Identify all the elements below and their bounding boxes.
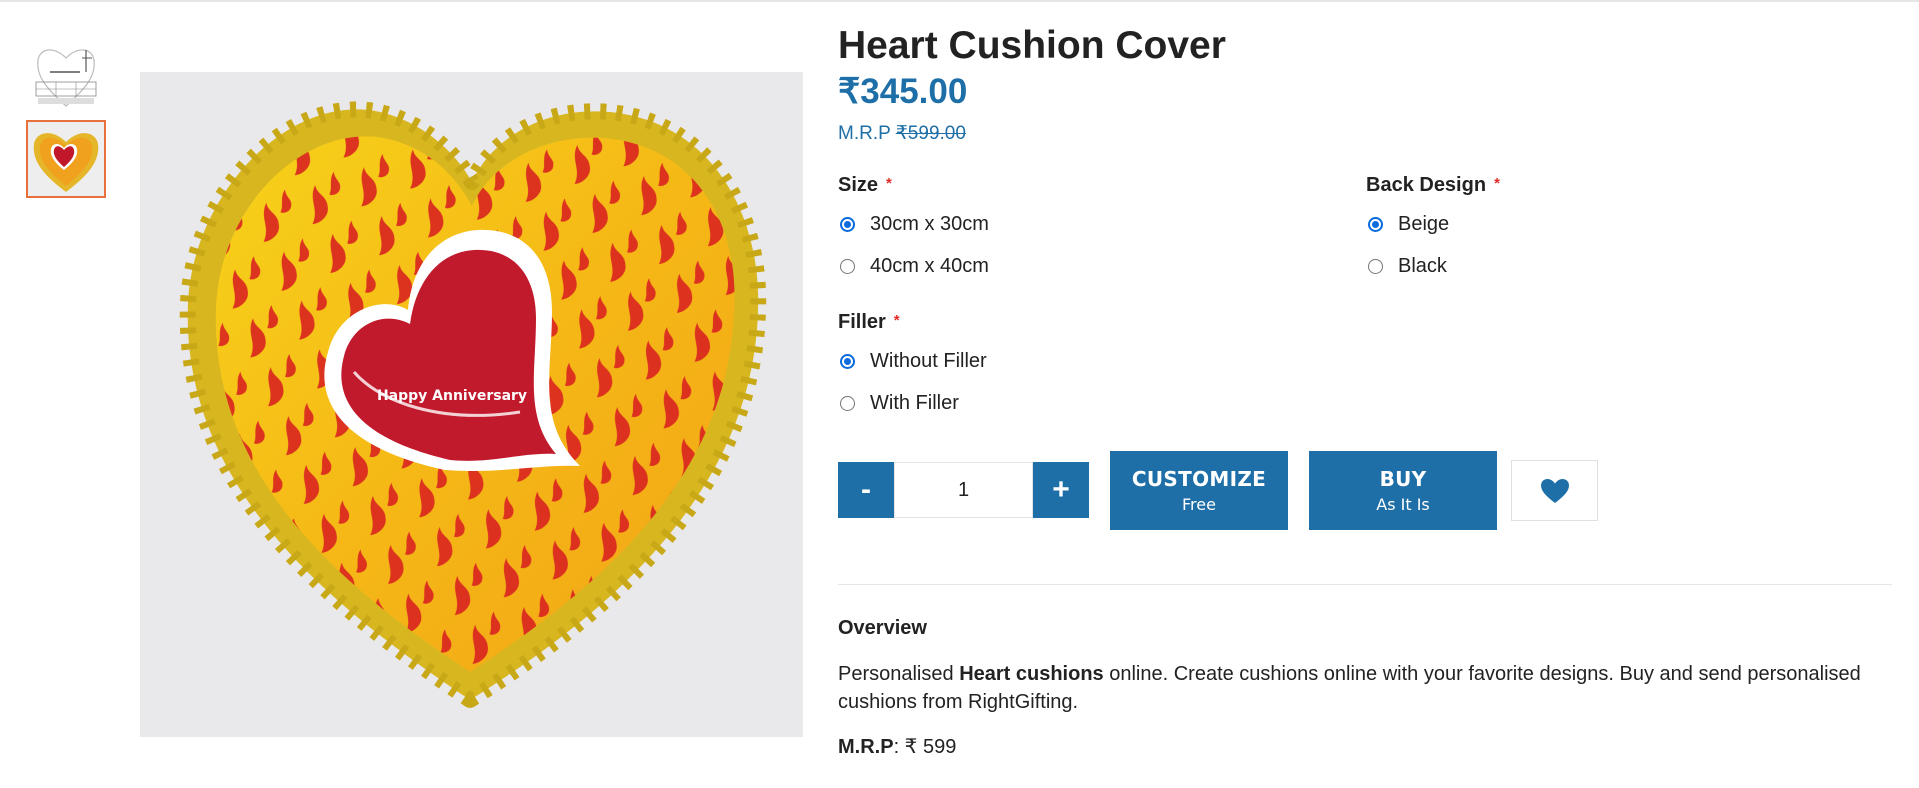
buy-as-is-button[interactable]: BUY As It Is xyxy=(1309,451,1497,530)
filler-required-mark: * xyxy=(893,312,900,329)
size-required-mark: * xyxy=(886,175,892,192)
filler-option-with[interactable]: With Filler xyxy=(840,392,959,415)
customize-button[interactable]: CUSTOMIZE Free xyxy=(1110,451,1288,530)
radio-button[interactable] xyxy=(840,259,855,274)
radio-button-checked[interactable] xyxy=(840,354,855,369)
product-main-image: Happy Anniversary xyxy=(140,72,803,737)
mrp-strikethrough-value: ₹599.00 xyxy=(895,123,966,144)
overview-description: Personalised Heart cushions online. Crea… xyxy=(838,660,1892,716)
quantity-decrease-button[interactable]: - xyxy=(838,462,894,518)
radio-button[interactable] xyxy=(840,396,855,411)
back-design-label-text: Back Design xyxy=(1366,174,1487,196)
size-option-30cm-label: 30cm x 30cm xyxy=(870,213,989,235)
overview-text-before: Personalised xyxy=(838,663,960,685)
size-option-40cm[interactable]: 40cm x 40cm xyxy=(840,255,989,278)
filler-without-label: Without Filler xyxy=(870,350,987,372)
quantity-input[interactable]: 1 xyxy=(894,462,1033,518)
product-price: ₹345.00 xyxy=(838,72,968,111)
size-label-text: Size xyxy=(838,174,879,196)
heart-icon xyxy=(1540,478,1569,503)
radio-button-checked[interactable] xyxy=(1368,217,1383,232)
size-guide-image xyxy=(35,49,97,107)
quantity-increase-button[interactable]: + xyxy=(1033,462,1089,518)
filler-label-text: Filler xyxy=(838,311,886,333)
size-option-40cm-label: 40cm x 40cm xyxy=(870,255,989,277)
overview-mrp-value: : ₹ 599 xyxy=(893,736,957,758)
radio-button[interactable] xyxy=(1368,259,1383,274)
back-design-black-label: Black xyxy=(1398,255,1447,277)
buy-button-sublabel: As It Is xyxy=(1376,495,1430,514)
customize-button-label: CUSTOMIZE xyxy=(1131,467,1267,491)
back-design-required-mark: * xyxy=(1494,175,1500,192)
thumbnail-size-guide[interactable] xyxy=(26,36,106,114)
filler-with-label: With Filler xyxy=(870,392,959,414)
product-title: Heart Cushion Cover xyxy=(838,24,1226,67)
cushion-print-text: Happy Anniversary xyxy=(377,388,527,404)
mrp-prefix: M.R.P xyxy=(838,123,896,144)
back-design-beige-label: Beige xyxy=(1398,213,1450,235)
product-mrp: M.R.P ₹599.00 xyxy=(838,122,966,145)
back-design-option-beige[interactable]: Beige xyxy=(1368,213,1449,236)
back-design-option-black[interactable]: Black xyxy=(1368,255,1447,278)
buy-button-label: BUY xyxy=(1379,467,1427,491)
top-divider xyxy=(0,0,1919,2)
overview-heading: Overview xyxy=(838,617,927,639)
radio-button-checked[interactable] xyxy=(840,217,855,232)
filler-option-without[interactable]: Without Filler xyxy=(840,350,987,373)
size-option-30cm[interactable]: 30cm x 30cm xyxy=(840,213,989,236)
back-design-option-label: Back Design * xyxy=(1366,174,1500,197)
size-option-label: Size * xyxy=(838,174,892,197)
thumbnail-heart-cushion[interactable] xyxy=(26,120,106,198)
wishlist-button[interactable] xyxy=(1511,460,1598,521)
heart-cushion-thumbnail-image xyxy=(28,122,104,196)
filler-option-label: Filler * xyxy=(838,311,900,334)
overview-mrp-label: M.R.P xyxy=(838,736,894,758)
section-divider xyxy=(838,584,1892,585)
overview-mrp: M.R.P: ₹ 599 xyxy=(838,734,956,759)
overview-text-bold: Heart cushions xyxy=(959,663,1104,685)
customize-button-sublabel: Free xyxy=(1182,495,1216,514)
